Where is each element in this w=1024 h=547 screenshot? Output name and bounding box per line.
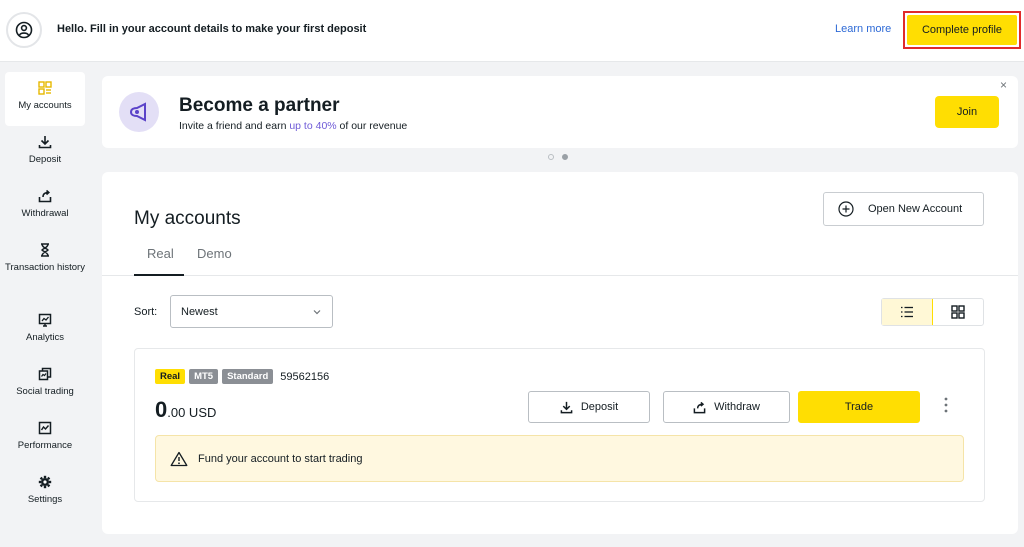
withdraw-button[interactable]: Withdraw xyxy=(663,391,790,423)
user-circle-icon xyxy=(15,21,33,39)
sidebar-item-label: Social trading xyxy=(16,386,74,397)
sidebar-item-deposit[interactable]: Deposit xyxy=(5,126,85,180)
open-new-account-label: Open New Account xyxy=(868,203,963,215)
sidebar-item-performance[interactable]: Performance xyxy=(5,412,85,466)
account-card: Real MT5 Standard 59562156 0.00 USD Depo… xyxy=(134,348,985,502)
sidebar: My accounts Deposit Withdrawal Transacti… xyxy=(5,72,85,520)
performance-icon xyxy=(38,421,52,435)
banner-title: Become a partner xyxy=(179,95,340,116)
partner-banner: Become a partner Invite a friend and ear… xyxy=(102,76,1018,148)
account-number: 59562156 xyxy=(280,370,330,383)
carousel-dot-active[interactable] xyxy=(562,154,568,160)
list-view-icon xyxy=(900,306,913,318)
sort-select[interactable]: Newest xyxy=(170,295,333,328)
open-new-account-button[interactable]: Open New Account xyxy=(823,192,984,226)
megaphone-icon xyxy=(129,102,146,122)
sidebar-item-my-accounts[interactable]: My accounts xyxy=(5,72,85,126)
upload-arrow-icon xyxy=(38,189,52,203)
download-icon xyxy=(560,401,573,413)
vertical-dots-icon xyxy=(944,397,948,413)
download-icon xyxy=(38,136,52,149)
banner-subtitle-highlight: up to 40% xyxy=(289,120,337,132)
sidebar-item-label: Settings xyxy=(27,494,63,505)
withdraw-label: Withdraw xyxy=(714,401,760,413)
sidebar-item-label: Deposit xyxy=(28,154,62,165)
account-balance: 0.00 USD xyxy=(155,397,216,423)
balance-integer: 0 xyxy=(155,397,168,422)
tab-demo[interactable]: Demo xyxy=(197,246,232,261)
banner-subtitle-prefix: Invite a friend and earn xyxy=(179,120,290,132)
sidebar-item-label: Performance xyxy=(17,440,73,451)
fund-account-notice: Fund your account to start trading xyxy=(155,435,964,482)
close-icon[interactable]: × xyxy=(1000,78,1007,92)
badge-type: Standard xyxy=(222,369,274,384)
view-toggle xyxy=(881,298,984,326)
avatar[interactable] xyxy=(6,12,42,48)
trade-label: Trade xyxy=(844,401,874,413)
deposit-label: Deposit xyxy=(580,401,619,413)
upload-arrow-icon xyxy=(693,401,706,413)
learn-more-link[interactable]: Learn more xyxy=(835,23,891,35)
sort-value: Newest xyxy=(181,305,218,318)
grid-view-button[interactable] xyxy=(933,299,984,325)
sidebar-item-label: Withdrawal xyxy=(21,208,69,219)
badge-platform: MT5 xyxy=(189,369,219,384)
trade-button[interactable]: Trade xyxy=(798,391,920,423)
deposit-button[interactable]: Deposit xyxy=(528,391,650,423)
sidebar-item-withdrawal[interactable]: Withdrawal xyxy=(5,180,85,234)
chevron-down-icon xyxy=(313,310,321,315)
list-view-button[interactable] xyxy=(882,299,933,325)
warning-triangle-icon xyxy=(170,451,188,466)
sidebar-item-social-trading[interactable]: Social trading xyxy=(5,358,85,412)
complete-profile-button[interactable]: Complete profile xyxy=(907,15,1017,45)
partner-icon-wrap xyxy=(119,92,159,132)
banner-subtitle-suffix: of our revenue xyxy=(336,120,408,132)
account-badges: Real MT5 Standard 59562156 xyxy=(155,369,329,384)
hourglass-icon xyxy=(41,243,49,257)
sidebar-item-transaction-history[interactable]: Transaction history xyxy=(5,234,85,304)
carousel-dot[interactable] xyxy=(548,154,554,160)
badge-real: Real xyxy=(155,369,186,384)
balance-fraction-currency: .00 USD xyxy=(167,405,217,420)
join-button[interactable]: Join xyxy=(935,96,999,128)
accounts-panel: My accounts Open New Account Real Demo S… xyxy=(102,172,1018,534)
sidebar-item-analytics[interactable]: Analytics xyxy=(5,304,85,358)
sidebar-item-label: Analytics xyxy=(25,332,64,343)
gear-icon xyxy=(38,475,52,489)
grid-accounts-icon xyxy=(38,81,52,95)
social-trading-icon xyxy=(38,367,52,381)
tab-real[interactable]: Real xyxy=(147,246,174,261)
sort-label: Sort: xyxy=(134,306,158,318)
grid-view-icon xyxy=(951,305,965,319)
sidebar-item-label: Transaction history xyxy=(5,262,85,273)
account-tabs: Real Demo xyxy=(102,238,1018,276)
page-title: My accounts xyxy=(134,208,241,229)
tab-underline xyxy=(134,274,184,276)
notice-text: Fund your account to start trading xyxy=(198,452,363,465)
more-options-button[interactable] xyxy=(943,397,949,416)
carousel-dots xyxy=(548,154,568,160)
banner-subtitle: Invite a friend and earn up to 40% of ou… xyxy=(179,120,407,132)
sidebar-item-label: My accounts xyxy=(18,100,72,111)
plus-circle-icon xyxy=(838,201,854,217)
top-bar: Hello. Fill in your account details to m… xyxy=(0,0,1024,62)
sidebar-item-settings[interactable]: Settings xyxy=(5,466,85,520)
analytics-icon xyxy=(38,313,52,327)
greeting-text: Hello. Fill in your account details to m… xyxy=(57,23,367,35)
